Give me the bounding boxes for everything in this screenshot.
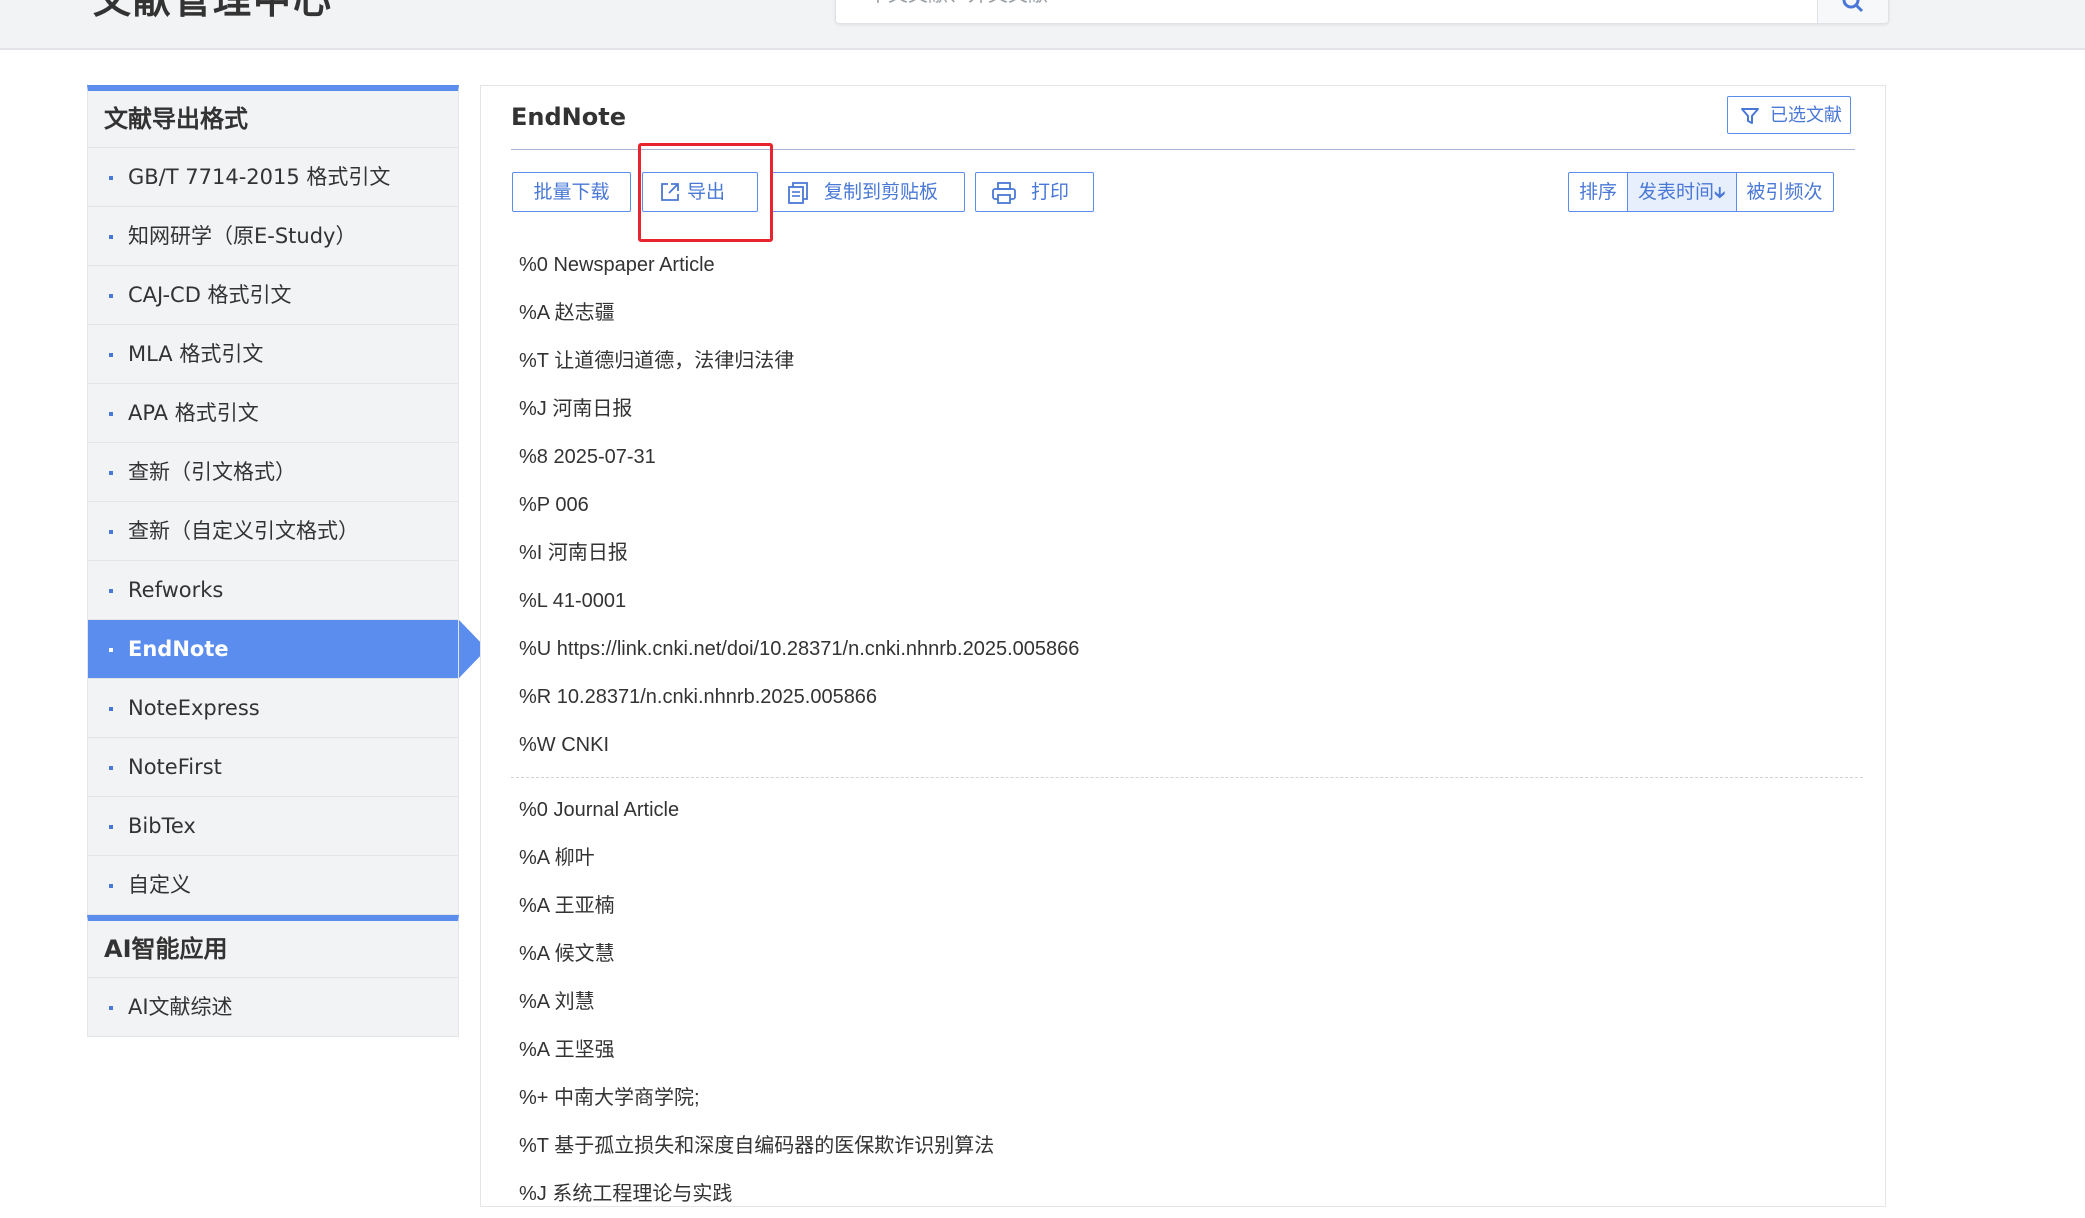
site-title: 文献管理中心 <box>93 0 334 22</box>
bullet-icon <box>109 1006 113 1010</box>
top-header: 文献管理中心 中文文献、外文文献 <box>0 0 2085 50</box>
export-format-section: 文献导出格式 GB/T 7714-2015 格式引文 知网研学（原E-Study… <box>87 85 487 915</box>
bullet-icon <box>109 530 113 534</box>
bullet-icon <box>109 766 113 770</box>
record-line: %0 Journal Article <box>519 799 680 821</box>
print-button[interactable]: 打印 <box>975 172 1094 212</box>
record-line: %A 王亚楠 <box>519 895 615 917</box>
bullet-icon <box>109 471 113 475</box>
record-2: %0 Journal Article %A 柳叶 %A 王亚楠 %A 候文慧 %… <box>519 786 1855 1218</box>
record-line: %I 河南日报 <box>519 542 628 564</box>
record-separator <box>511 777 1863 778</box>
sort-label: 排序 <box>1568 172 1629 212</box>
bullet-icon <box>109 825 113 829</box>
sidebar-item-cajcd[interactable]: CAJ-CD 格式引文 <box>88 266 458 325</box>
record-line: %A 王坚强 <box>519 1039 615 1061</box>
batch-download-button[interactable]: 批量下载 <box>512 172 631 212</box>
search-placeholder: 中文文献、外文文献 <box>868 0 1048 8</box>
search-input[interactable]: 中文文献、外文文献 <box>835 0 1889 24</box>
search-icon <box>1842 0 1864 13</box>
bullet-icon <box>109 412 113 416</box>
copy-icon <box>788 182 808 204</box>
sidebar-item-gbt7714[interactable]: GB/T 7714-2015 格式引文 <box>88 148 458 207</box>
record-line: %T 让道德归道德，法律归法律 <box>519 350 795 372</box>
selected-docs-button[interactable]: 已选文献 <box>1727 96 1851 134</box>
record-line: %A 候文慧 <box>519 943 615 965</box>
record-1: %0 Newspaper Article %A 赵志疆 %T 让道德归道德，法律… <box>519 241 1855 769</box>
record-line: %L 41-0001 <box>519 590 627 612</box>
main-panel: EndNote 已选文献 批量下载 导出 复制到剪贴板 打印 排序 发表时间🡳 … <box>480 85 1886 1207</box>
sidebar: 文献导出格式 GB/T 7714-2015 格式引文 知网研学（原E-Study… <box>87 85 487 1037</box>
sort-by-pub-time-button[interactable]: 发表时间🡳 <box>1627 172 1737 212</box>
sidebar-item-mla[interactable]: MLA 格式引文 <box>88 325 458 384</box>
export-highlight-box <box>638 143 773 242</box>
sort-by-cited-button[interactable]: 被引频次 <box>1735 172 1834 212</box>
record-line: %U https://link.cnki.net/doi/10.28371/n.… <box>519 638 1080 660</box>
sidebar-item-noteexpress[interactable]: NoteExpress <box>88 679 458 738</box>
sidebar-item-apa[interactable]: APA 格式引文 <box>88 384 458 443</box>
bullet-icon <box>109 884 113 888</box>
record-line: %J 河南日报 <box>519 398 633 420</box>
export-content: %0 Newspaper Article %A 赵志疆 %T 让道德归道德，法律… <box>511 241 1863 1218</box>
filter-icon <box>1741 108 1759 124</box>
record-line: %0 Newspaper Article <box>519 254 715 276</box>
sidebar-item-ai-review[interactable]: AI文献综述 <box>88 978 458 1037</box>
sidebar-item-chaxin-custom[interactable]: 查新（自定义引文格式） <box>88 502 458 561</box>
record-line: %8 2025-07-31 <box>519 446 656 468</box>
record-line: %+ 中南大学商学院; <box>519 1087 700 1109</box>
printer-icon <box>992 182 1016 204</box>
sidebar-item-refworks[interactable]: Refworks <box>88 561 458 620</box>
record-line: %T 基于孤立损失和深度自编码器的医保欺诈识别算法 <box>519 1135 995 1157</box>
sort-group: 排序 发表时间🡳 被引频次 <box>1568 172 1834 212</box>
sidebar-item-notefirst[interactable]: NoteFirst <box>88 738 458 797</box>
record-line: %J 系统工程理论与实践 <box>519 1183 733 1205</box>
bullet-icon <box>109 294 113 298</box>
record-line: %R 10.28371/n.cnki.nhnrb.2025.005866 <box>519 686 878 708</box>
bullet-icon <box>109 589 113 593</box>
sidebar-item-bibtex[interactable]: BibTex <box>88 797 458 856</box>
ai-app-section: AI智能应用 AI文献综述 <box>87 915 459 1037</box>
search-button[interactable] <box>1817 0 1888 23</box>
section-title-ai-app: AI智能应用 <box>88 921 458 978</box>
sidebar-item-custom[interactable]: 自定义 <box>88 856 458 915</box>
record-line: %P 006 <box>519 494 589 516</box>
sidebar-item-chaxin[interactable]: 查新（引文格式） <box>88 443 458 502</box>
record-line: %A 柳叶 <box>519 847 595 869</box>
record-line: %W CNKI <box>519 734 609 756</box>
arrow-down-icon: 🡳 <box>1714 183 1726 202</box>
bullet-icon <box>109 235 113 239</box>
bullet-icon <box>109 176 113 180</box>
bullet-icon <box>109 707 113 711</box>
record-line: %A 赵志疆 <box>519 302 615 324</box>
section-title-export-format: 文献导出格式 <box>88 91 458 148</box>
bullet-icon <box>109 648 113 652</box>
bullet-icon <box>109 353 113 357</box>
sidebar-item-estudy[interactable]: 知网研学（原E-Study） <box>88 207 458 266</box>
copy-clipboard-button[interactable]: 复制到剪贴板 <box>771 172 965 212</box>
page-title: EndNote <box>511 103 626 131</box>
record-line: %A 刘慧 <box>519 991 595 1013</box>
sidebar-item-endnote[interactable]: EndNote <box>88 620 487 679</box>
